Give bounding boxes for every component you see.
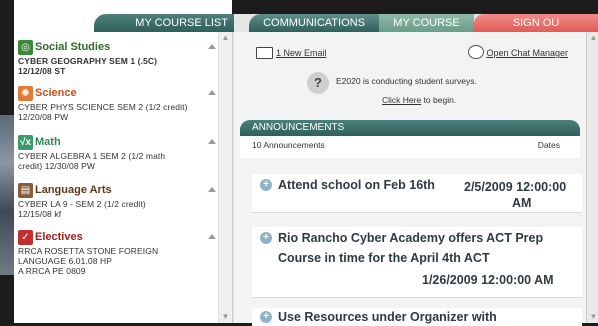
scroll-up-icon[interactable]: ▲ bbox=[219, 32, 232, 44]
scroll-up-icon[interactable]: ▲ bbox=[587, 32, 598, 44]
collapse-icon[interactable] bbox=[208, 187, 216, 192]
tab-label: COMMUNICATIONS bbox=[263, 17, 365, 29]
subject-title[interactable]: Math bbox=[35, 136, 61, 148]
course-item[interactable]: LANGUAGE 6.01.08 HP bbox=[18, 256, 216, 266]
course-item[interactable]: 12/20/08 PW bbox=[18, 112, 216, 122]
check-icon: ✓ bbox=[18, 230, 33, 245]
subject-title[interactable]: Electives bbox=[35, 231, 83, 243]
course-item[interactable]: CYBER PHYS SCIENCE SEM 2 (1/2 credit) bbox=[18, 102, 216, 112]
dates-column-header[interactable]: Dates bbox=[538, 136, 560, 154]
tab-my-course-info[interactable]: MY COURSE INFO bbox=[379, 14, 474, 47]
course-item[interactable]: CYBER ALGEBRA 1 SEM 2 (1/2 math bbox=[18, 151, 216, 161]
announcement-date-suffix: AM bbox=[512, 196, 532, 210]
chat-bubble-icon bbox=[468, 45, 485, 59]
announcements-count: 10 Announcements bbox=[252, 140, 325, 150]
collapse-icon[interactable] bbox=[208, 90, 216, 95]
envelope-icon bbox=[256, 47, 273, 59]
new-email-link[interactable]: 1 New Email bbox=[256, 47, 327, 59]
course-list-panel: MY COURSE LIST ▲ ▼ ◎ Social Studies CYBE… bbox=[14, 0, 234, 323]
course-item[interactable]: credit) 12/30/08 PW bbox=[18, 161, 216, 171]
tab-label: MY COURSE LIST bbox=[135, 17, 228, 29]
announcement-item[interactable]: + Attend school on Feb 16th 2/5/2009 12:… bbox=[252, 174, 582, 213]
background-photo bbox=[0, 115, 14, 275]
app-frame: MY COURSE LIST ▲ ▼ ◎ Social Studies CYBE… bbox=[14, 0, 598, 326]
new-email-label: 1 New Email bbox=[276, 48, 327, 58]
collapse-icon[interactable] bbox=[208, 139, 216, 144]
subject-title[interactable]: Social Studies bbox=[35, 41, 110, 53]
course-item[interactable]: 12/12/08 ST bbox=[18, 66, 216, 76]
expand-plus-icon[interactable]: + bbox=[260, 311, 272, 323]
announcement-item[interactable]: + Use Resources under Organizer with bbox=[252, 308, 582, 326]
announcements-header: ANNOUNCEMENTS bbox=[240, 120, 580, 136]
announcement-item[interactable]: + Rio Rancho Cyber Academy offers ACT Pr… bbox=[252, 227, 582, 298]
tab-communications[interactable]: COMMUNICATIONS bbox=[249, 14, 379, 32]
subject-science: ✺ Science CYBER PHYS SCIENCE SEM 2 (1/2 … bbox=[18, 86, 216, 122]
course-item[interactable]: A RRCA PE 0809 bbox=[18, 266, 216, 276]
survey-suffix: to begin. bbox=[421, 95, 457, 105]
subject-social-studies: ◎ Social Studies CYBER GEOGRAPHY SEM 1 (… bbox=[18, 40, 216, 76]
survey-link[interactable]: Click Here bbox=[382, 95, 421, 105]
book-icon: ▤ bbox=[18, 183, 33, 198]
announcement-title[interactable]: Rio Rancho Cyber Academy offers ACT Prep bbox=[278, 229, 543, 247]
globe-icon: ◎ bbox=[18, 40, 33, 55]
subject-title[interactable]: Language Arts bbox=[35, 184, 112, 196]
course-item[interactable]: RRCA ROSETTA STONE FOREIGN bbox=[18, 246, 216, 256]
announcement-title[interactable]: Attend school on Feb 16th bbox=[278, 176, 435, 194]
survey-message: Click Here to begin. bbox=[382, 95, 456, 105]
subject-math: √x Math CYBER ALGEBRA 1 SEM 2 (1/2 math … bbox=[18, 135, 216, 171]
course-item[interactable]: CYBER GEOGRAPHY SEM 1 (.5C) bbox=[18, 56, 216, 66]
sqrt-icon: √x bbox=[18, 135, 33, 150]
question-icon: ? bbox=[307, 72, 329, 94]
communications-panel: 1 New Email Open Chat Manager ? E2020 is… bbox=[234, 32, 586, 326]
tab-label: SIGN OU bbox=[512, 17, 560, 29]
communications-scrollbar[interactable]: ▲ ▼ bbox=[586, 32, 598, 323]
announcement-title[interactable]: Use Resources under Organizer with bbox=[278, 308, 497, 326]
chat-manager-label: Open Chat Manager bbox=[486, 48, 568, 58]
announcement-date: 1/26/2009 12:00:00 AM bbox=[422, 273, 554, 287]
chat-manager-link[interactable]: Open Chat Manager bbox=[468, 45, 568, 59]
announcement-title-line2[interactable]: Course in time for the April 4th ACT bbox=[278, 249, 490, 267]
course-list-scrollbar[interactable]: ▲ ▼ bbox=[218, 32, 232, 323]
atom-icon: ✺ bbox=[18, 86, 33, 101]
tab-my-course-list[interactable]: MY COURSE LIST bbox=[94, 14, 234, 32]
scroll-down-icon[interactable]: ▼ bbox=[219, 311, 232, 323]
collapse-icon[interactable] bbox=[208, 44, 216, 49]
expand-plus-icon[interactable]: + bbox=[260, 179, 272, 191]
subject-title[interactable]: Science bbox=[35, 87, 77, 99]
scroll-down-icon[interactable]: ▼ bbox=[587, 311, 598, 323]
collapse-icon[interactable] bbox=[208, 234, 216, 239]
course-item[interactable]: CYBER LA 9 - SEM 2 (1/2 credit) bbox=[18, 199, 216, 209]
course-item[interactable]: 12/15/08 kf bbox=[18, 209, 216, 219]
announcements-subheader: 10 Announcements Dates bbox=[240, 136, 580, 158]
subject-language-arts: ▤ Language Arts CYBER LA 9 - SEM 2 (1/2 … bbox=[18, 183, 216, 219]
survey-text: E2020 is conducting student surveys. bbox=[336, 76, 477, 86]
subject-electives: ✓ Electives RRCA ROSETTA STONE FOREIGN L… bbox=[18, 230, 216, 276]
tab-sign-out[interactable]: SIGN OU bbox=[474, 14, 598, 32]
expand-plus-icon[interactable]: + bbox=[260, 232, 272, 244]
